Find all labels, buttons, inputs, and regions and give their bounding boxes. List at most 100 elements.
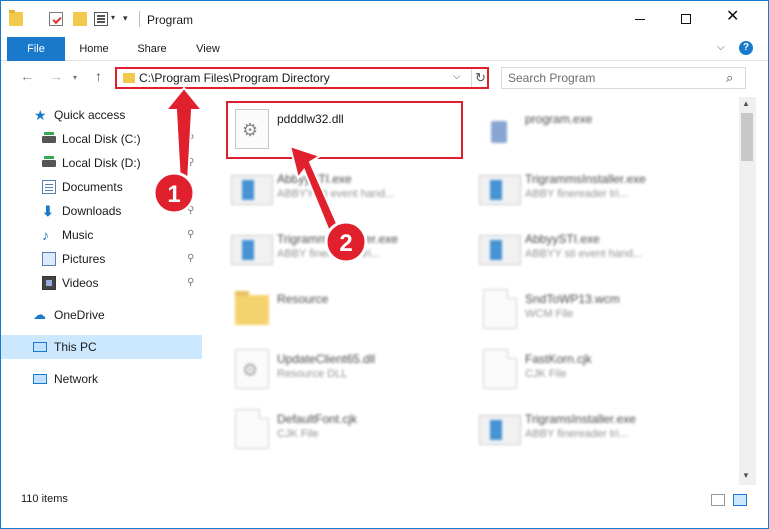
sidebar-item-onedrive[interactable]: ☁ OneDrive: [1, 303, 202, 327]
explorer-window: ▾ ▾ Program ✕ File Home Share View ⌵ ? ←…: [0, 0, 769, 529]
file-type: CJK File: [525, 368, 567, 380]
help-icon[interactable]: ?: [739, 41, 753, 55]
refresh-icon[interactable]: ↻: [471, 69, 489, 87]
address-path[interactable]: C:\Program Files\Program Directory: [139, 71, 330, 85]
customize-quick-access-icon[interactable]: ▾: [123, 13, 128, 24]
file-name: AbbyySTI.exe: [525, 232, 600, 246]
tab-share[interactable]: Share: [129, 37, 175, 61]
drive-icon: [42, 156, 56, 167]
videos-icon: [42, 276, 56, 290]
sidebar-item-documents[interactable]: Documents ⚲: [1, 175, 202, 199]
navigation-pane: ★ Quick access Local Disk (C:) ⚲ Local D…: [1, 97, 202, 485]
sidebar-item-label: Pictures: [62, 252, 106, 266]
properties-icon[interactable]: [49, 12, 63, 26]
address-dropdown-icon[interactable]: ⌵: [453, 71, 461, 82]
sidebar-item-local-disk-c[interactable]: Local Disk (C:) ⚲: [1, 127, 202, 151]
maximize-icon: [681, 14, 691, 24]
file-item[interactable]: TrigrammsInstaller.exe ABBY finereader t…: [475, 163, 723, 219]
view-caret-icon[interactable]: ▾: [111, 13, 115, 22]
file-item[interactable]: FastKorn.cjk CJK File: [475, 343, 723, 399]
document-icon: [235, 409, 269, 449]
download-icon: ⬇: [42, 203, 54, 219]
file-type: ABBYY sti event hand...: [525, 248, 643, 260]
sidebar-item-label: Documents: [62, 180, 123, 194]
forward-arrow-icon[interactable]: →: [49, 68, 63, 84]
sidebar-item-label: Downloads: [62, 204, 122, 218]
sidebar-item-label: This PC: [54, 340, 97, 354]
minimize-button[interactable]: [617, 1, 663, 37]
sidebar-item-this-pc[interactable]: This PC: [1, 335, 202, 359]
document-icon: [483, 289, 517, 329]
file-item[interactable]: TrigrammsInstaller.exe ABBY finereader t…: [227, 223, 475, 279]
expand-ribbon-icon[interactable]: ⌵: [717, 42, 725, 53]
gear-file-icon: [235, 349, 269, 389]
pin-icon[interactable]: ⚲: [187, 229, 194, 240]
file-type: ABBYY sti event hand...: [277, 188, 395, 200]
app-icon: [231, 235, 273, 265]
folder-icon: [123, 73, 135, 83]
file-name: AbbyySTI.exe: [277, 172, 352, 186]
maximize-button[interactable]: [663, 1, 709, 37]
close-button[interactable]: ✕: [709, 1, 755, 37]
file-item[interactable]: AbbyySTI.exe ABBYY sti event hand...: [227, 163, 475, 219]
pictures-icon: [42, 252, 56, 266]
file-item[interactable]: DefaultFont.cjk CJK File: [227, 403, 475, 459]
search-input[interactable]: [508, 70, 718, 86]
address-bar[interactable]: C:\Program Files\Program Directory ⌵ ↻: [115, 67, 489, 89]
sidebar-item-label: Network: [54, 372, 99, 386]
file-name: UpdateClient65.dll: [277, 352, 376, 366]
file-name: SndToWP13.wcm: [525, 292, 620, 306]
file-item[interactable]: program.exe: [475, 103, 723, 159]
computer-icon: [33, 342, 47, 352]
file-item[interactable]: AbbyySTI.exe ABBYY sti event hand...: [475, 223, 723, 279]
sidebar-item-pictures[interactable]: Pictures ⚲: [1, 247, 202, 271]
file-type: CJK File: [277, 428, 319, 440]
large-icons-view-icon[interactable]: [733, 494, 747, 506]
view-menu-icon[interactable]: [94, 12, 108, 26]
sidebar-item-label: Local Disk (C:): [62, 132, 141, 146]
file-name: program.exe: [525, 112, 593, 126]
sidebar-item-quick-access[interactable]: ★ Quick access: [1, 103, 202, 127]
back-arrow-icon[interactable]: ←: [20, 68, 34, 84]
file-type: WCM File: [525, 308, 574, 320]
file-name: DefaultFont.cjk: [277, 412, 358, 426]
tab-file[interactable]: File: [7, 37, 65, 61]
pin-icon[interactable]: ⚲: [187, 157, 194, 168]
file-item[interactable]: SndToWP13.wcm WCM File: [475, 283, 723, 339]
tab-view[interactable]: View: [185, 37, 231, 61]
folder-icon: [9, 10, 23, 26]
file-type: ABBY finereader tri...: [525, 188, 629, 200]
new-folder-icon[interactable]: [73, 12, 87, 26]
file-item[interactable]: Resource: [227, 283, 475, 339]
pin-icon[interactable]: ⚲: [187, 181, 194, 192]
sidebar-item-local-disk-d[interactable]: Local Disk (D:) ⚲: [1, 151, 202, 175]
file-type: Resource DLL: [277, 368, 348, 380]
sidebar-item-videos[interactable]: Videos ⚲: [1, 271, 202, 295]
scroll-down-icon[interactable]: ▼: [742, 471, 750, 480]
vertical-scrollbar[interactable]: ▲ ▼: [739, 97, 756, 485]
pin-icon[interactable]: ⚲: [187, 205, 194, 216]
details-view-icon[interactable]: [711, 494, 725, 506]
pin-icon[interactable]: ⚲: [187, 133, 194, 144]
app-icon: [479, 175, 521, 205]
pin-icon[interactable]: ⚲: [187, 277, 194, 288]
file-item[interactable]: TrigramsInstaller.exe ABBY finereader tr…: [475, 403, 723, 459]
recent-locations-icon[interactable]: ▾: [73, 73, 77, 82]
app-icon: [479, 415, 521, 445]
file-item[interactable]: UpdateClient65.dll Resource DLL: [227, 343, 475, 399]
scroll-up-icon[interactable]: ▲: [742, 99, 750, 108]
scrollbar-thumb[interactable]: [741, 113, 753, 161]
sidebar-item-music[interactable]: ♪ Music ⚲: [1, 223, 202, 247]
tab-home[interactable]: Home: [71, 37, 117, 61]
sidebar-item-label: Local Disk (D:): [62, 156, 141, 170]
sidebar-item-network[interactable]: Network: [1, 367, 202, 391]
sidebar-item-downloads[interactable]: ⬇ Downloads ⚲: [1, 199, 202, 223]
title-bar: ▾ ▾ Program ✕: [1, 1, 768, 37]
search-icon[interactable]: ⌕: [726, 70, 733, 86]
minimize-icon: [635, 19, 645, 20]
sidebar-item-label: OneDrive: [54, 308, 105, 322]
up-arrow-icon[interactable]: ↑: [95, 68, 102, 84]
search-box[interactable]: ⌕: [501, 67, 746, 89]
documents-icon: [42, 180, 56, 194]
pin-icon[interactable]: ⚲: [187, 253, 194, 264]
